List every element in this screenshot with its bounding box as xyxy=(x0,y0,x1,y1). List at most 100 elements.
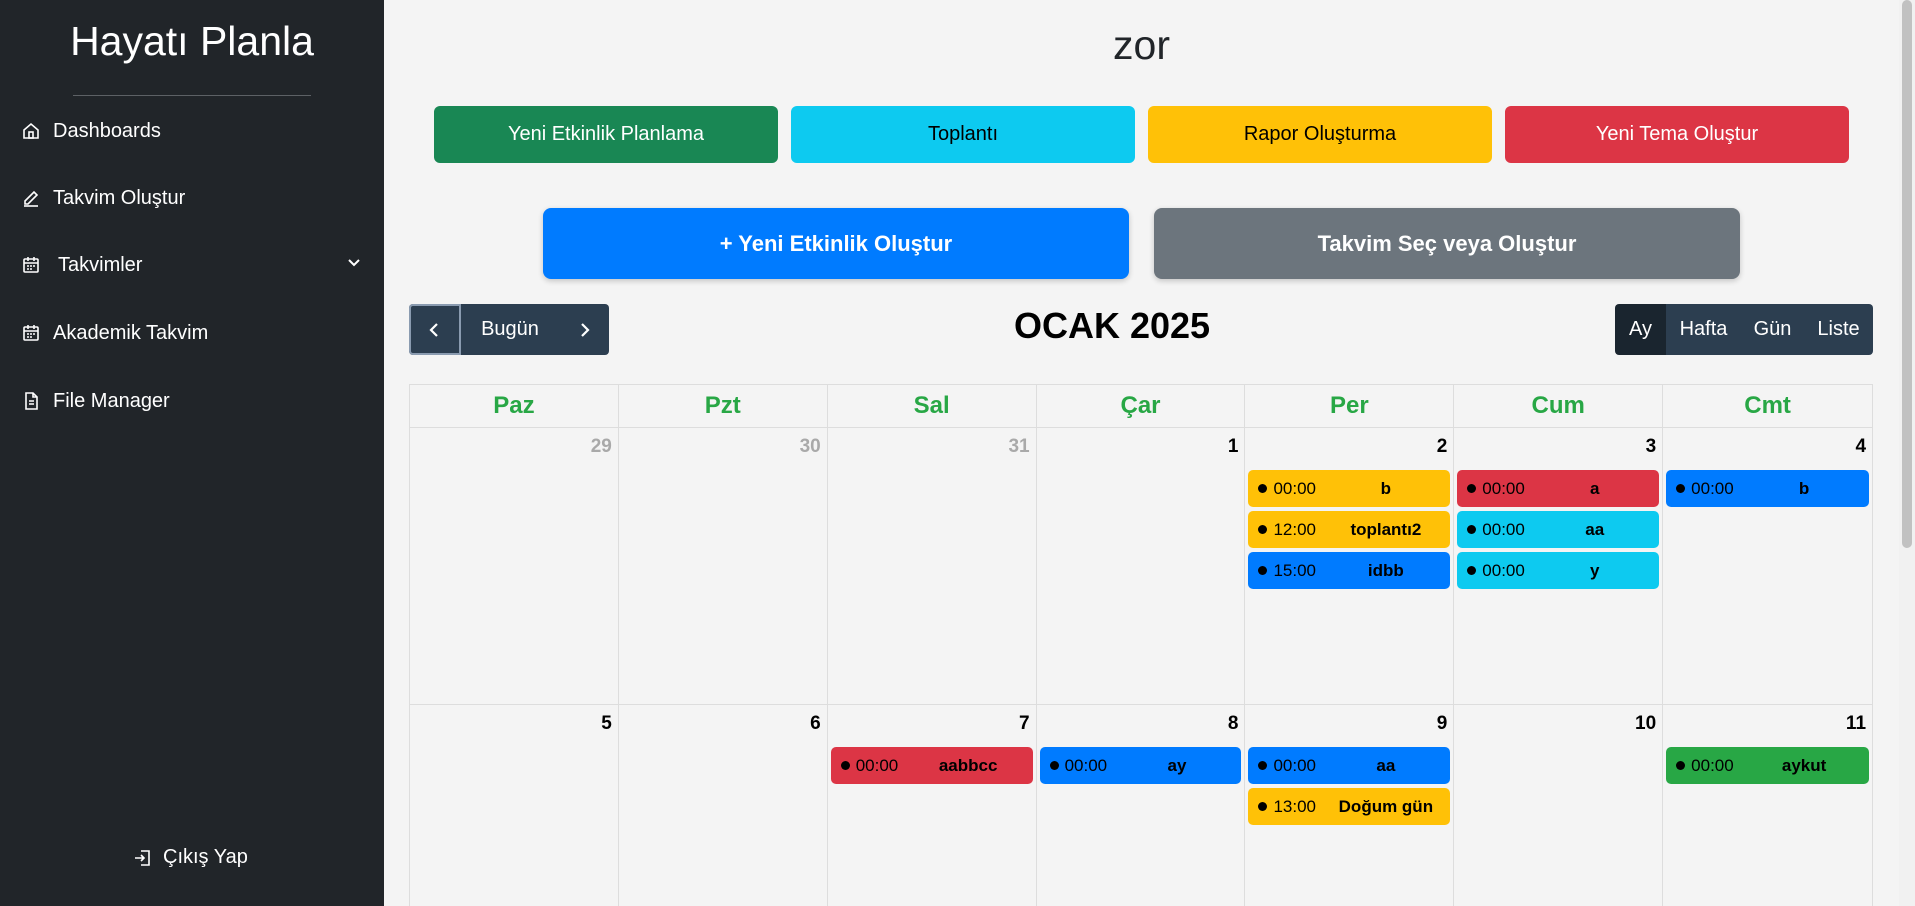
day-number[interactable]: 3 xyxy=(1646,436,1657,458)
day-cell[interactable]: 8 00:00 ay xyxy=(1037,705,1246,906)
quick-button-yeni-tema-olustur[interactable]: Yeni Tema Oluştur xyxy=(1505,106,1849,163)
event-title: a xyxy=(1589,478,1600,498)
day-number[interactable]: 5 xyxy=(601,713,612,735)
event-title: b xyxy=(1380,478,1392,498)
calendar-event[interactable]: 00:00 y xyxy=(1457,552,1660,589)
event-title: toplantı2 xyxy=(1350,519,1422,539)
day-cell[interactable]: 30 xyxy=(618,428,828,705)
event-dot xyxy=(1467,484,1477,493)
view-day-button[interactable]: Gün xyxy=(1741,304,1804,355)
sidebar-item-label: Takvimler xyxy=(58,253,143,276)
day-cell[interactable]: 2 00:00 b 12:00 toplantı2 15:00 idbb xyxy=(1245,428,1455,705)
quick-button-toplanti[interactable]: Toplantı xyxy=(791,106,1135,163)
sidebar-item-label: Takvim Oluştur xyxy=(53,186,186,209)
calendar-event[interactable]: 00:00 aa xyxy=(1248,747,1451,784)
day-number[interactable]: 1 xyxy=(1228,436,1239,458)
day-cell[interactable]: 11 00:00 aykut xyxy=(1663,705,1874,906)
weekday-label: Sal xyxy=(827,385,1037,428)
calendar-event[interactable]: 00:00 ay xyxy=(1039,747,1242,784)
day-number[interactable]: 31 xyxy=(1008,436,1029,458)
calendar-icon xyxy=(20,322,42,344)
view-switcher: Ay Hafta Gün Liste xyxy=(1615,304,1873,355)
logout-button[interactable]: Çıkış Yap xyxy=(133,846,248,869)
day-cell[interactable]: 6 xyxy=(619,705,828,906)
event-time: 12:00 xyxy=(1273,519,1316,539)
day-number[interactable]: 9 xyxy=(1437,713,1448,735)
event-time: 00:00 xyxy=(1064,755,1108,775)
view-month-button[interactable]: Ay xyxy=(1615,304,1666,355)
logout-icon xyxy=(133,847,155,869)
weekday-label: Paz xyxy=(410,385,619,428)
new-event-button[interactable]: + Yeni Etkinlik Oluştur xyxy=(543,208,1129,279)
day-number[interactable]: 6 xyxy=(810,713,821,735)
day-number[interactable]: 2 xyxy=(1437,436,1448,458)
file-icon xyxy=(20,390,42,412)
calendar-event[interactable]: 15:00 idbb xyxy=(1248,552,1451,589)
sidebar-item-dashboards[interactable]: Dashboards xyxy=(20,114,161,148)
event-dot xyxy=(1676,761,1686,770)
day-cell[interactable]: 10 xyxy=(1454,705,1664,906)
day-number[interactable]: 29 xyxy=(591,436,612,458)
calendar-event[interactable]: 13:00 Doğum gün xyxy=(1248,788,1451,825)
quick-button-rapor-olusturma[interactable]: Rapor Oluşturma xyxy=(1148,106,1492,163)
sidebar-item-akademik-takvim[interactable]: Akademik Takvim xyxy=(20,316,208,350)
day-cell[interactable]: 7 00:00 aabbcc xyxy=(828,705,1037,906)
day-cell[interactable]: 31 xyxy=(827,428,1037,705)
event-dot xyxy=(1049,761,1059,770)
day-number[interactable]: 30 xyxy=(800,436,821,458)
calendar-event[interactable]: 12:00 toplantı2 xyxy=(1248,511,1451,548)
event-title: ay xyxy=(1167,755,1187,775)
day-cell[interactable]: 5 xyxy=(410,705,619,906)
page-title: zor xyxy=(1113,22,1170,68)
scrollbar-thumb[interactable] xyxy=(1902,0,1912,548)
view-week-button[interactable]: Hafta xyxy=(1666,304,1741,355)
sidebar-item-label: Dashboards xyxy=(53,119,161,142)
today-button[interactable]: Bugün xyxy=(461,304,559,355)
chevron-down-icon[interactable] xyxy=(344,253,364,273)
calendar-event[interactable]: 00:00 a xyxy=(1457,470,1660,507)
select-calendar-button[interactable]: Takvim Seç veya Oluştur xyxy=(1154,208,1740,279)
calendar-event[interactable]: 00:00 b xyxy=(1666,470,1870,507)
day-number[interactable]: 8 xyxy=(1228,713,1239,735)
event-title: b xyxy=(1798,478,1810,498)
event-dot xyxy=(1258,484,1268,493)
day-number[interactable]: 10 xyxy=(1635,713,1656,735)
calendar-event[interactable]: 00:00 aykut xyxy=(1666,747,1870,784)
day-number[interactable]: 4 xyxy=(1855,436,1866,458)
day-number[interactable]: 7 xyxy=(1019,713,1030,735)
event-time: 13:00 xyxy=(1273,796,1316,816)
sidebar-item-file-manager[interactable]: File Manager xyxy=(20,384,170,418)
view-list-button[interactable]: Liste xyxy=(1804,304,1873,355)
quick-button-yeni-etkinlik-planlama[interactable]: Yeni Etkinlik Planlama xyxy=(434,106,778,163)
prev-month-button[interactable] xyxy=(409,304,461,355)
calendar-event[interactable]: 00:00 aa xyxy=(1457,511,1660,548)
day-cell[interactable]: 9 00:00 aa 13:00 Doğum gün xyxy=(1245,705,1455,906)
day-cell[interactable]: 1 xyxy=(1036,428,1246,705)
event-title: idbb xyxy=(1367,560,1404,580)
weekday-label: Per xyxy=(1245,385,1455,428)
sidebar-item-takvimler[interactable]: Takvimler xyxy=(20,248,142,282)
calendar-weeks: 29 30 31 1 2 00:00 b 12:00 toplantı2 15:00 idbb 3 00… xyxy=(410,428,1874,906)
event-time: 00:00 xyxy=(1691,478,1734,498)
brand-title: Hayatı Planla xyxy=(70,18,314,64)
event-dot xyxy=(1467,566,1477,575)
next-month-button[interactable] xyxy=(559,304,609,355)
sidebar-item-label: Akademik Takvim xyxy=(53,321,209,344)
month-calendar: Paz Pzt Sal Çar Per Cum Cmt 29 30 31 1 2 00:0… xyxy=(409,384,1874,906)
chevron-left-icon xyxy=(429,322,438,337)
event-dot xyxy=(1467,525,1477,534)
calendar-event[interactable]: 00:00 aabbcc xyxy=(830,747,1033,784)
sidebar-item-takvim-olustur[interactable]: Takvim Oluştur xyxy=(20,181,185,215)
event-title: aykut xyxy=(1781,755,1827,775)
calendar-event[interactable]: 00:00 b xyxy=(1248,470,1451,507)
event-time: 00:00 xyxy=(1273,755,1316,775)
day-cell[interactable]: 3 00:00 a 00:00 aa 00:00 y xyxy=(1454,428,1664,705)
day-number[interactable]: 11 xyxy=(1846,713,1866,735)
home-icon xyxy=(20,120,42,142)
sidebar-item-label: File Manager xyxy=(53,389,170,412)
day-cell[interactable]: 4 00:00 b xyxy=(1663,428,1874,705)
day-cell[interactable]: 29 xyxy=(410,428,619,705)
event-dot xyxy=(1258,802,1268,811)
calendar-title: OCAK 2025 xyxy=(1013,305,1211,346)
page-scrollbar[interactable] xyxy=(1899,0,1915,906)
